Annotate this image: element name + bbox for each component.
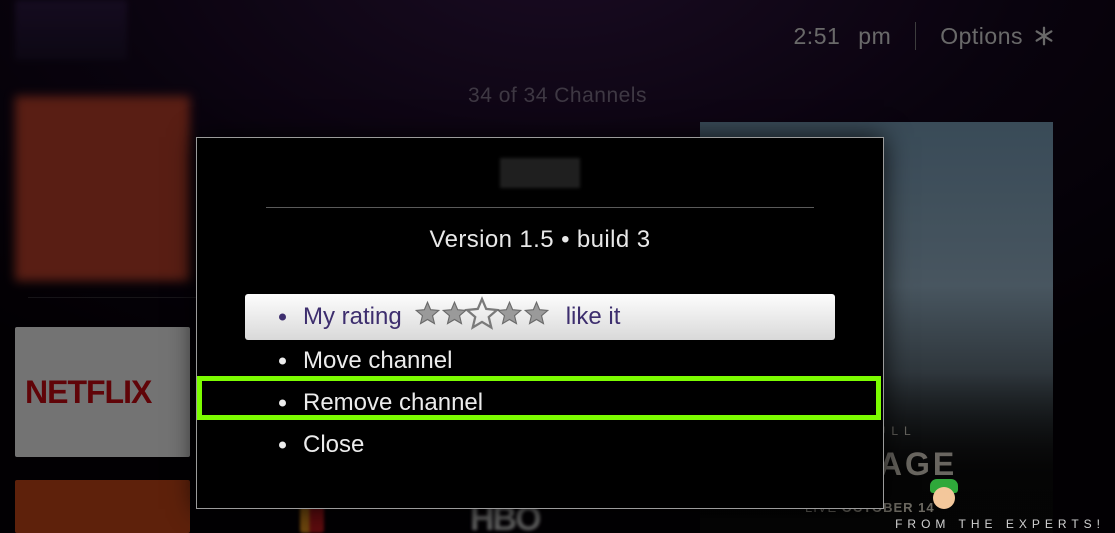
menu-item-remove-channel[interactable]: Remove channel [245, 382, 835, 424]
options-menu: My rating like it Move channel [197, 294, 883, 466]
menu-item-close[interactable]: Close [245, 424, 835, 466]
channel-name-redacted [500, 158, 580, 188]
mascot-icon [925, 477, 965, 519]
bullet-icon [279, 442, 286, 449]
menu-item-label: Move channel [303, 347, 452, 375]
star-icon [523, 300, 550, 334]
star-icon-current [468, 296, 496, 339]
channel-options-modal: Version 1.5 • build 3 My rating like it [196, 137, 884, 509]
watermark-text: FROM THE EXPERTS! [895, 517, 1105, 531]
bullet-icon [279, 314, 286, 321]
rating-suffix: like it [566, 303, 621, 331]
star-icon [414, 300, 441, 334]
bullet-icon [279, 400, 286, 407]
menu-item-my-rating[interactable]: My rating like it [245, 294, 835, 340]
rating-stars[interactable] [414, 296, 550, 339]
home-screen: 2:51 pm Options 34 of 34 Channels NETFLI… [0, 0, 1115, 533]
menu-item-label: My rating [303, 303, 402, 331]
menu-item-label: Remove channel [303, 389, 483, 417]
menu-item-label: Close [303, 431, 364, 459]
modal-divider [266, 207, 814, 208]
menu-item-move-channel[interactable]: Move channel [245, 340, 835, 382]
version-text: Version 1.5 • build 3 [197, 226, 883, 254]
star-icon [496, 300, 523, 334]
bullet-icon [279, 358, 286, 365]
